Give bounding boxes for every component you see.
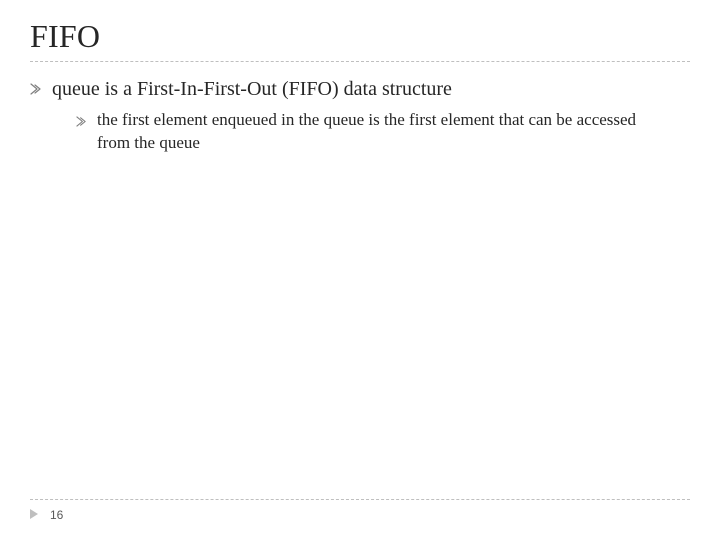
slide-title: FIFO	[30, 18, 690, 55]
footer-divider	[30, 499, 690, 500]
bullet-arrow-icon	[30, 82, 42, 100]
title-divider	[30, 61, 690, 62]
bullet-arrow-icon	[76, 114, 87, 132]
footer-arrow-icon	[30, 506, 42, 524]
bullet-level-2: the first element enqueued in the queue …	[76, 109, 690, 155]
bullet-text: queue is a First-In-First-Out (FIFO) dat…	[52, 76, 452, 103]
sub-bullet-text: the first element enqueued in the queue …	[97, 109, 657, 155]
slide-footer: 16	[30, 499, 690, 524]
slide: FIFO queue is a First-In-First-Out (FIFO…	[0, 0, 720, 540]
bullet-level-1: queue is a First-In-First-Out (FIFO) dat…	[30, 76, 690, 103]
page-number: 16	[50, 508, 63, 522]
footer-row: 16	[30, 506, 690, 524]
